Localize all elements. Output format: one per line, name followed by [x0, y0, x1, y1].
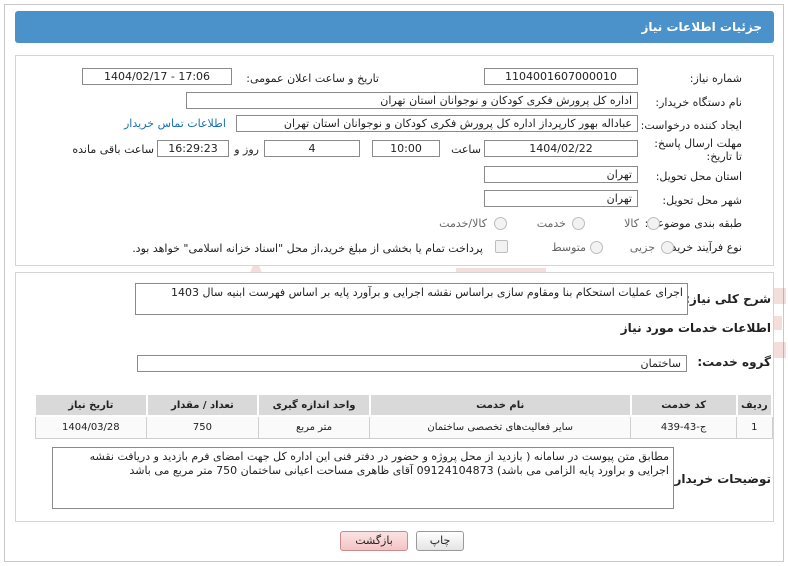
category-option-goods: کالا: [624, 217, 639, 230]
remaining-time-field[interactable]: 16:29:23: [157, 140, 229, 157]
col-name-header: نام خدمت: [368, 393, 632, 417]
col-quantity-header: تعداد / مقدار: [145, 393, 260, 417]
buyer-notes-label: توضیحات خریدار:: [669, 472, 771, 486]
table-row: 1 ج-43-439 سایر فعالیت‌های تخصصی ساختمان…: [34, 415, 773, 439]
need-number-label: شماره نیاز:: [689, 72, 742, 85]
province-label: استان محل تحویل:: [655, 170, 742, 183]
city-label: شهر محل تحویل:: [662, 194, 742, 207]
process-option-minor: جزیی: [629, 241, 655, 254]
process-option-medium: متوسط: [551, 241, 586, 254]
description-textarea[interactable]: اجرای عملیات استحکام بنا ومقاوم سازی برا…: [135, 283, 688, 315]
process-radio-minor[interactable]: [661, 241, 674, 254]
buyer-org-label: نام دستگاه خریدار:: [655, 96, 742, 109]
service-group-label: گروه خدمت:: [697, 355, 771, 369]
cell-code: ج-43-439: [630, 415, 738, 439]
page-title: جزئیات اطلاعات نیاز: [15, 11, 774, 43]
services-section-title: اطلاعات خدمات مورد نیاز: [620, 321, 771, 335]
process-radio-medium[interactable]: [590, 241, 603, 254]
province-field[interactable]: تهران: [484, 166, 638, 183]
cell-row: 1: [736, 415, 773, 439]
need-number-field[interactable]: 1104001607000010: [484, 68, 638, 85]
category-option-goods-service: کالا/خدمت: [439, 217, 487, 230]
deadline-label: مهلت ارسال پاسخ: تا تاریخ:: [654, 137, 742, 163]
announce-label: تاریخ و ساعت اعلان عمومی:: [246, 72, 379, 85]
buyer-org-field[interactable]: اداره کل پرورش فکری کودکان و نوجوانان اس…: [186, 92, 638, 109]
services-table: ردیف کد خدمت نام خدمت واحد اندازه گیری ت…: [34, 393, 774, 439]
remaining-time-label: ساعت باقی مانده: [72, 143, 154, 156]
service-group-field[interactable]: ساختمان: [137, 355, 687, 372]
print-button[interactable]: چاپ: [416, 531, 464, 551]
treasury-payment-checkbox[interactable]: [495, 240, 508, 253]
col-date-header: تاریخ نیاز: [34, 393, 148, 417]
deadline-time-field[interactable]: 10:00: [372, 140, 440, 157]
deadline-date-field[interactable]: 1404/02/22: [484, 140, 638, 157]
category-radio-service[interactable]: [572, 217, 585, 230]
cell-date: 1404/03/28: [34, 415, 148, 439]
days-label: روز و: [234, 143, 259, 156]
col-row-header: ردیف: [735, 393, 774, 417]
category-option-service: خدمت: [536, 217, 566, 230]
buyer-contact-link[interactable]: اطلاعات تماس خریدار: [124, 117, 226, 130]
category-radio-goods-service[interactable]: [494, 217, 507, 230]
process-label: نوع فرآیند خرید :: [664, 241, 742, 254]
back-button[interactable]: بازگشت: [340, 531, 408, 551]
description-label: شرح کلی نیاز:: [685, 292, 771, 306]
cell-quantity: 750: [146, 415, 259, 439]
announce-field[interactable]: 1404/02/17 - 17:06: [82, 68, 232, 85]
cell-name: سایر فعالیت‌های تخصصی ساختمان: [369, 415, 632, 439]
cell-unit: متر مربع: [257, 415, 371, 439]
city-field[interactable]: تهران: [484, 190, 638, 207]
col-code-header: کد خدمت: [629, 393, 738, 417]
col-unit-header: واحد اندازه گیری: [257, 393, 371, 417]
treasury-payment-note: پرداخت تمام یا بخشی از مبلغ خرید،از محل …: [132, 242, 483, 255]
days-field[interactable]: 4: [264, 140, 360, 157]
buyer-notes-textarea[interactable]: مطابق متن پیوست در سامانه ( بازدید از مح…: [52, 447, 674, 509]
requester-label: ایجاد کننده درخواست:: [640, 119, 742, 132]
requester-field[interactable]: عباداله بهور کارپرداز اداره کل پرورش فکر…: [236, 115, 638, 132]
deadline-time-label: ساعت: [451, 143, 481, 156]
category-radio-goods[interactable]: [647, 217, 660, 230]
